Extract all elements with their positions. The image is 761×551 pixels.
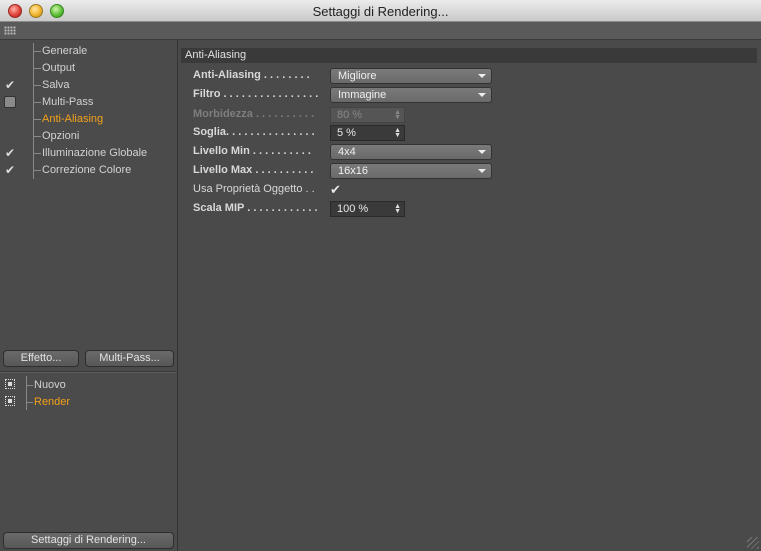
dropdown-value: 16x16 <box>338 165 368 177</box>
sidebar-item-opzioni[interactable]: Opzioni <box>0 128 176 145</box>
soglia-row: Soglia. . . . . . . . . . . . . . . 5 % … <box>193 125 753 141</box>
title-bar: Settaggi di Rendering... <box>0 0 761 22</box>
spin-arrows-icon: ▲ ▼ <box>394 109 401 121</box>
tree-line <box>26 393 33 410</box>
render-setting-label: Render <box>34 396 71 408</box>
antialiasing-dropdown[interactable]: Migliore <box>330 68 492 84</box>
livello-max-label: Livello Max . . . . . . . . . . <box>193 164 314 176</box>
section-title: Anti-Aliasing <box>181 48 757 63</box>
sidebar-item-salva[interactable]: ✔ Salva <box>0 77 176 94</box>
usa-proprieta-row: Usa Proprietà Oggetto . . ✔ <box>193 182 753 198</box>
spinner-value: 5 % <box>337 127 356 139</box>
sidebar-item-label: Multi-Pass <box>42 96 94 108</box>
livello-max-dropdown[interactable]: 16x16 <box>330 163 492 179</box>
effetto-button[interactable]: Effetto... <box>3 350 79 367</box>
checkbox-unchecked-icon[interactable] <box>4 96 16 108</box>
panel-divider[interactable] <box>0 371 176 373</box>
spinner-value: 80 % <box>337 109 363 121</box>
sidebar-item-output[interactable]: Output <box>0 60 176 77</box>
sidebar-item-label: Opzioni <box>42 130 80 142</box>
tree-line <box>26 376 33 393</box>
chevron-down-icon <box>478 150 486 154</box>
filtro-row: Filtro . . . . . . . . . . . . . . . . I… <box>193 87 753 103</box>
settings-panel: Anti-Aliasing Anti-Aliasing . . . . . . … <box>179 40 761 551</box>
sidebar-item-label: Salva <box>42 79 70 91</box>
chevron-down-icon <box>478 74 486 78</box>
sidebar-item-correzione-colore[interactable]: ✔ Correzione Colore <box>0 162 176 179</box>
morbidezza-input: 80 % ▲ ▼ <box>330 107 405 123</box>
morbidezza-row: Morbidezza . . . . . . . . . . 80 % ▲ ▼ <box>193 107 753 123</box>
sidebar-item-label: Output <box>42 62 76 74</box>
scala-mip-label: Scala MIP . . . . . . . . . . . . <box>193 202 318 214</box>
spinner-value: 100 % <box>337 203 369 215</box>
filtro-dropdown[interactable]: Immagine <box>330 87 492 103</box>
chevron-down-icon <box>478 93 486 97</box>
sidebar-item-label: Anti-Aliasing <box>42 113 104 125</box>
dropdown-value: Migliore <box>338 70 377 82</box>
livello-min-dropdown[interactable]: 4x4 <box>330 144 492 160</box>
tree-line <box>33 111 41 128</box>
resize-handle-icon[interactable] <box>747 537 759 549</box>
check-icon[interactable]: ✔ <box>4 147 16 159</box>
left-panel: Generale Output ✔ Salva Multi-Pass Anti-… <box>0 40 178 551</box>
render-setting-icon <box>5 379 15 389</box>
window-title: Settaggi di Rendering... <box>312 4 449 19</box>
tree-line <box>33 128 41 145</box>
dropdown-value: 4x4 <box>338 146 356 158</box>
livello-min-row: Livello Min . . . . . . . . . . 4x4 <box>193 144 753 160</box>
grip-icon[interactable] <box>4 26 16 35</box>
check-icon[interactable]: ✔ <box>4 79 16 91</box>
morbidezza-label: Morbidezza . . . . . . . . . . <box>193 108 315 120</box>
render-setting-render[interactable]: Render <box>0 393 176 410</box>
scala-mip-input[interactable]: 100 % ▲ ▼ <box>330 201 405 217</box>
sidebar-item-label: Correzione Colore <box>42 164 132 176</box>
spin-arrows-icon[interactable]: ▲ ▼ <box>394 203 401 215</box>
soglia-input[interactable]: 5 % ▲ ▼ <box>330 125 405 141</box>
dropdown-value: Immagine <box>338 89 387 101</box>
chevron-down-icon <box>478 169 486 173</box>
sidebar-item-label: Illuminazione Globale <box>42 147 148 159</box>
render-setting-icon <box>5 396 15 406</box>
sidebar-item-multi-pass[interactable]: Multi-Pass <box>0 94 176 111</box>
sidebar-item-generale[interactable]: Generale <box>0 43 176 60</box>
sidebar-item-label: Generale <box>42 45 88 57</box>
check-icon[interactable]: ✔ <box>330 183 343 196</box>
sidebar-item-illuminazione-globale[interactable]: ✔ Illuminazione Globale <box>0 145 176 162</box>
multi-pass-button[interactable]: Multi-Pass... <box>85 350 174 367</box>
tree-line <box>33 145 41 162</box>
livello-max-row: Livello Max . . . . . . . . . . 16x16 <box>193 163 753 179</box>
scala-mip-row: Scala MIP . . . . . . . . . . . . 100 % … <box>193 201 753 217</box>
antialiasing-label: Anti-Aliasing . . . . . . . . <box>193 69 310 81</box>
soglia-label: Soglia. . . . . . . . . . . . . . . <box>193 126 315 138</box>
render-settings-button[interactable]: Settaggi di Rendering... <box>3 532 174 549</box>
render-setting-nuovo[interactable]: Nuovo <box>0 376 176 393</box>
render-setting-label: Nuovo <box>34 379 66 391</box>
spin-arrows-icon[interactable]: ▲ ▼ <box>394 127 401 139</box>
toolbar-strip <box>0 22 761 40</box>
tree-line <box>33 77 41 94</box>
livello-min-label: Livello Min . . . . . . . . . . <box>193 145 311 157</box>
sidebar-item-anti-aliasing[interactable]: Anti-Aliasing <box>0 111 176 128</box>
tree-line <box>33 60 41 77</box>
tree-line <box>33 162 41 179</box>
antialiasing-row: Anti-Aliasing . . . . . . . . Migliore <box>193 68 753 84</box>
check-icon[interactable]: ✔ <box>4 164 16 176</box>
tree-line <box>33 94 41 111</box>
filtro-label: Filtro . . . . . . . . . . . . . . . . <box>193 88 319 100</box>
usa-proprieta-label: Usa Proprietà Oggetto . . <box>193 183 315 195</box>
tree-line <box>33 43 41 60</box>
